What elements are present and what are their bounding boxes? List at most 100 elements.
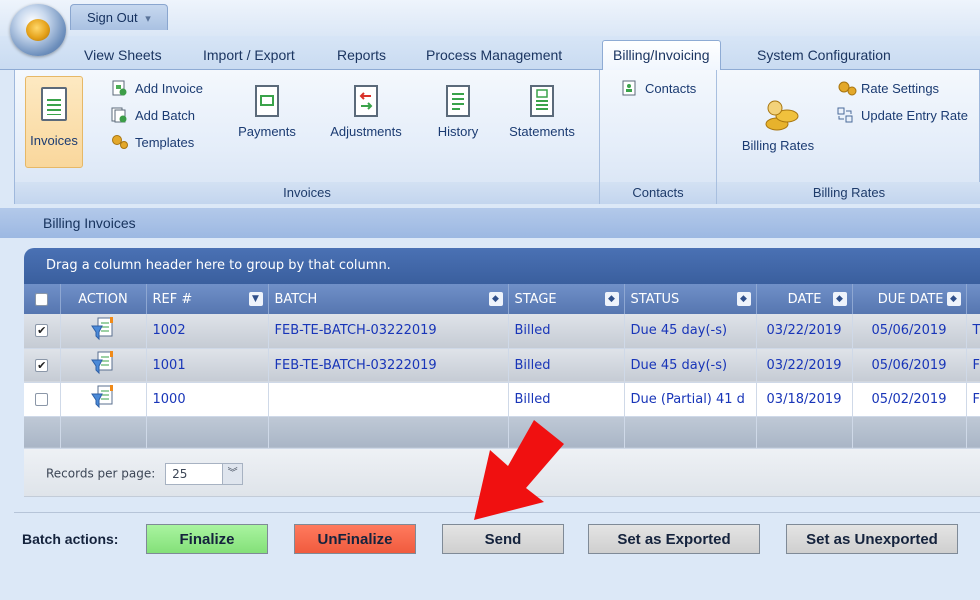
payments-button[interactable]: Payments xyxy=(237,84,297,139)
add-batch-button[interactable]: Add Batch xyxy=(111,107,195,123)
column-header-action[interactable]: ACTION xyxy=(60,284,147,314)
history-label: History xyxy=(437,124,479,139)
finalize-button[interactable]: Finalize xyxy=(146,524,268,554)
set-as-exported-button[interactable]: Set as Exported xyxy=(588,524,760,554)
invoice-action-icon[interactable] xyxy=(90,350,116,376)
ref-cell[interactable]: 1002 xyxy=(146,314,269,349)
records-per-page-label: Records per page: xyxy=(46,466,156,480)
tab-reports[interactable]: Reports xyxy=(337,44,386,70)
invoice-action-icon[interactable] xyxy=(90,316,116,342)
coins-icon xyxy=(763,98,799,134)
add-batch-icon xyxy=(111,107,127,123)
table-row[interactable]: ✔ 1001 FEB-TE-BATCH-03222019 Billed Due … xyxy=(24,348,980,383)
table-header-row: ACTION REF # ▼ BATCH ◆ STAGE ◆ STATUS ◆ DATE… xyxy=(24,284,980,314)
stage-cell: Billed xyxy=(508,348,625,383)
history-button[interactable]: History xyxy=(433,84,483,139)
title-bar: Sign Out ▾ xyxy=(0,0,980,56)
row-action-icon[interactable] xyxy=(60,382,147,417)
tab-view-sheets[interactable]: View Sheets xyxy=(84,44,162,70)
invoices-ribbon-button[interactable]: Invoices xyxy=(25,76,83,168)
signout-button[interactable]: Sign Out ▾ xyxy=(70,4,168,30)
double-chevron-down-icon[interactable]: ︾ xyxy=(222,463,243,484)
overflow-cell: F xyxy=(966,348,980,383)
date-cell: 03/22/2019 xyxy=(756,348,853,383)
billing-rates-group-label: Billing Rates xyxy=(717,182,980,204)
column-header-date[interactable]: DATE ◆ xyxy=(756,284,853,314)
unfinalize-button[interactable]: UnFinalize xyxy=(294,524,416,554)
rate-settings-button[interactable]: Rate Settings xyxy=(837,80,939,96)
batch-actions-label: Batch actions: xyxy=(22,531,119,547)
statements-button[interactable]: Statements xyxy=(505,84,579,139)
row-action-icon[interactable] xyxy=(60,314,147,349)
column-header-ref-label: REF # xyxy=(152,291,193,307)
select-all-header[interactable] xyxy=(24,284,61,314)
table-row[interactable]: 1000 Billed Due (Partial) 41 d 03/18/201… xyxy=(24,382,980,417)
billing-rates-label: Billing Rates xyxy=(741,138,815,153)
adjustments-icon xyxy=(351,84,381,120)
send-button[interactable]: Send xyxy=(442,524,564,554)
templates-button[interactable]: Templates xyxy=(111,134,194,150)
sort-desc-icon[interactable]: ▼ xyxy=(248,292,263,306)
invoices-label: Invoices xyxy=(30,133,78,148)
invoice-action-icon[interactable] xyxy=(90,384,116,410)
group-by-drop-zone[interactable]: Drag a column header here to group by th… xyxy=(24,248,980,284)
page-title: Billing Invoices xyxy=(0,208,980,238)
table-row[interactable]: ✔ 1002 FEB-TE-BATCH-03222019 Billed Due … xyxy=(24,314,980,349)
ribbon: Invoices Add Invoice Add Batch Templates… xyxy=(14,70,980,204)
date-cell: 03/18/2019 xyxy=(756,382,853,417)
tab-system-configuration[interactable]: System Configuration xyxy=(757,44,891,70)
column-header-due-date[interactable]: DUE DATE ◆ xyxy=(852,284,967,314)
chevron-down-icon: ▾ xyxy=(145,13,151,25)
due-date-cell: 05/02/2019 xyxy=(852,382,967,417)
due-date-cell: 05/06/2019 xyxy=(852,348,967,383)
add-invoice-label: Add Invoice xyxy=(135,81,203,96)
records-per-page-select[interactable]: 25 ︾ xyxy=(165,462,244,485)
signout-label: Sign Out xyxy=(87,10,138,25)
invoices-group-label: Invoices xyxy=(15,182,599,204)
update-entry-rates-button[interactable]: Update Entry Rate xyxy=(837,107,968,123)
sort-icon[interactable]: ◆ xyxy=(604,292,619,306)
add-invoice-button[interactable]: Add Invoice xyxy=(111,80,203,96)
add-batch-label: Add Batch xyxy=(135,108,195,123)
column-header-status[interactable]: STATUS ◆ xyxy=(624,284,757,314)
billing-rates-button[interactable]: Billing Rates xyxy=(733,98,823,153)
column-header-stage[interactable]: STAGE ◆ xyxy=(508,284,625,314)
row-checkbox[interactable]: ✔ xyxy=(35,358,49,372)
tab-billing-invoicing[interactable]: Billing/Invoicing xyxy=(602,40,721,71)
contacts-button[interactable]: Contacts xyxy=(621,80,696,96)
ref-cell[interactable]: 1001 xyxy=(146,348,269,383)
ref-cell[interactable]: 1000 xyxy=(146,382,269,417)
history-icon xyxy=(443,84,473,120)
column-header-overflow[interactable] xyxy=(966,284,980,314)
set-as-unexported-button[interactable]: Set as Unexported xyxy=(786,524,958,554)
column-header-date-label: DATE xyxy=(787,291,822,307)
batch-cell[interactable] xyxy=(268,382,509,417)
templates-label: Templates xyxy=(135,135,195,150)
divider xyxy=(14,512,980,513)
column-header-status-label: STATUS xyxy=(630,291,680,307)
tab-process-management[interactable]: Process Management xyxy=(426,44,562,70)
date-cell: 03/22/2019 xyxy=(756,314,853,349)
column-header-batch[interactable]: BATCH ◆ xyxy=(268,284,509,314)
column-header-stage-label: STAGE xyxy=(514,291,557,307)
payments-label: Payments xyxy=(238,124,296,139)
records-per-page-value: 25 xyxy=(172,466,188,481)
tab-import-export[interactable]: Import / Export xyxy=(203,44,295,70)
status-cell: Due 45 day(-s) xyxy=(624,348,757,383)
batch-cell[interactable]: FEB-TE-BATCH-03222019 xyxy=(268,314,509,349)
stage-cell: Billed xyxy=(508,314,625,349)
sort-icon[interactable]: ◆ xyxy=(488,292,503,306)
adjustments-button[interactable]: Adjustments xyxy=(323,84,409,139)
column-header-batch-label: BATCH xyxy=(274,291,318,307)
sort-icon[interactable]: ◆ xyxy=(946,292,961,306)
row-checkbox[interactable]: ✔ xyxy=(35,324,49,338)
sort-icon[interactable]: ◆ xyxy=(736,292,751,306)
select-all-checkbox[interactable] xyxy=(35,292,49,306)
row-action-icon[interactable] xyxy=(60,348,147,383)
statements-icon xyxy=(527,84,557,120)
app-orb-button[interactable] xyxy=(10,4,66,56)
column-header-ref[interactable]: REF # ▼ xyxy=(146,284,269,314)
batch-cell[interactable]: FEB-TE-BATCH-03222019 xyxy=(268,348,509,383)
sort-icon[interactable]: ◆ xyxy=(832,292,847,306)
row-checkbox[interactable] xyxy=(35,392,49,406)
